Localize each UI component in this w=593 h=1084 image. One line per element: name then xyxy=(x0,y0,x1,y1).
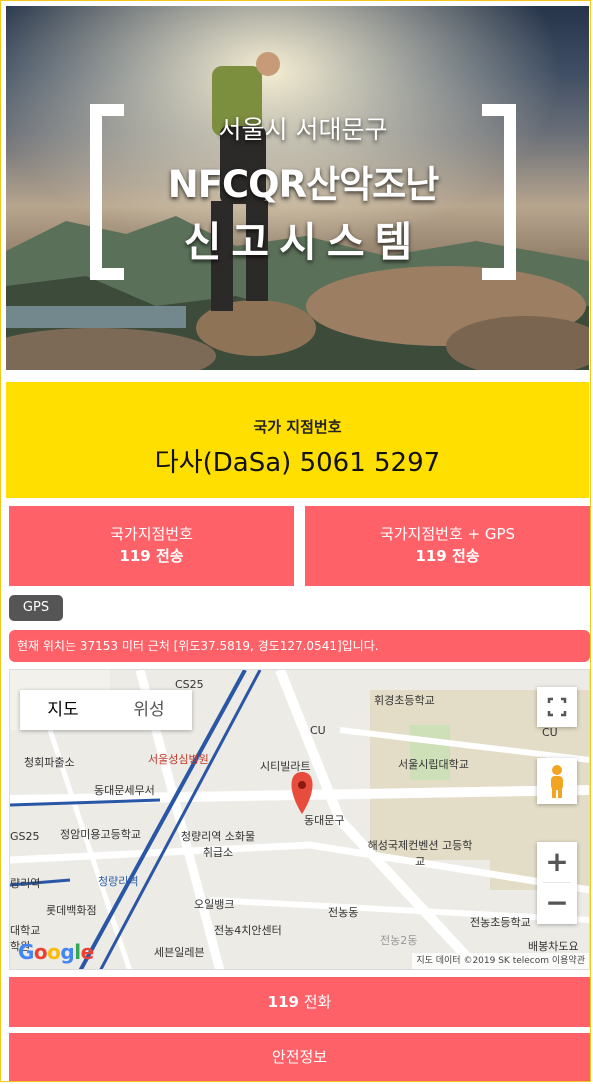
map-type-satellite-button[interactable]: 위성 xyxy=(106,690,192,730)
map-label-jeonnong4: 전농4치안센터 xyxy=(214,924,282,937)
map-label-seoulsungsim: 서울성심병원 xyxy=(148,753,209,766)
fullscreen-icon xyxy=(547,697,567,717)
send-point-sub: 119 전송 xyxy=(119,547,184,565)
send-point-gps-sub: 119 전송 xyxy=(415,547,480,565)
map-label-cu2: CU xyxy=(542,726,558,739)
map-label-cu1: CU xyxy=(310,724,326,737)
zoom-out-button[interactable]: − xyxy=(537,883,577,923)
call-119-label: 전화 xyxy=(298,993,332,1011)
map-label-cheongnyangni-sobang: 청량리역 소화물취급소 xyxy=(180,830,256,859)
map-label-dongdaemungu: 동대문구 xyxy=(304,814,345,827)
send-point-label: 국가지점번호 xyxy=(110,525,193,543)
banner-district: 서울시 서대문구 xyxy=(218,115,388,144)
google-logo[interactable]: Google xyxy=(18,940,94,964)
zoom-control: + − xyxy=(537,842,577,924)
map-label-obank: 오일뱅크 xyxy=(194,898,235,911)
map-label-cheongnyangni: 청량리역 xyxy=(98,875,139,888)
map-label-baebong: 배봉차도요 xyxy=(528,940,579,953)
point-label: 국가 지점번호 xyxy=(253,418,342,436)
bracket-right xyxy=(482,104,516,280)
banner-system-name: NFCQR산악조난 xyxy=(167,163,440,206)
map-label-citypark: 시티빌라트 xyxy=(260,760,311,773)
hero-banner: 서울시 서대문구 NFCQR산악조난 신고시스템 xyxy=(6,6,589,370)
map-type-map-button[interactable]: 지도 xyxy=(20,690,106,730)
map-label-jeongam: 정암미용고등학교 xyxy=(60,828,141,841)
map-label-gs25: GS25 xyxy=(10,830,40,843)
national-point-panel: 국가 지점번호 다사(DaSa) 5061 5297 xyxy=(6,382,589,498)
send-point-gps-label: 국가지점번호 + GPS xyxy=(379,525,516,543)
map-label-station: 량리역 xyxy=(10,877,41,890)
map-label-siripdae: 서울시립대학교 xyxy=(398,758,469,771)
point-value: 다사(DaSa) 5061 5297 xyxy=(154,448,441,478)
map-label-dongdaemun-tax: 동대문세무서 xyxy=(94,784,155,797)
call-119-button[interactable]: 119 전화 xyxy=(9,977,590,1027)
map-type-control: 지도 위성 xyxy=(20,690,192,730)
map-attribution[interactable]: 지도 데이터 ©2019 SK telecom 이용약관 xyxy=(412,953,589,969)
banner-system-type: 신고시스템 xyxy=(183,218,423,266)
map-label-haesung: 해성국제컨벤션 고등학교 xyxy=(367,839,473,868)
fullscreen-button[interactable] xyxy=(537,687,577,727)
send-point-button[interactable]: 국가지점번호 119 전송 xyxy=(9,506,294,586)
safety-info-button[interactable]: 안전정보 xyxy=(9,1033,590,1081)
map-label-jeonnong2: 전농2동 xyxy=(380,934,418,947)
street-view-button[interactable] xyxy=(537,758,577,804)
map-label-hwigyeong: 휘경초등학교 xyxy=(374,694,435,707)
bracket-left xyxy=(90,104,124,280)
location-status: 현재 위치는 37153 미터 근처 [위도37.5819, 경도127.054… xyxy=(9,630,590,662)
map-view[interactable]: CS25 휘경초등학교 CU CU 청회파출소 서울성심병원 시티빌라트 서울시… xyxy=(9,669,590,970)
map-label-sebang: 세븐일레븐 xyxy=(154,946,205,959)
send-point-gps-button[interactable]: 국가지점번호 + GPS 119 전송 xyxy=(305,506,590,586)
zoom-in-button[interactable]: + xyxy=(537,842,577,882)
map-label-lotte: 롯데백화점 xyxy=(46,904,97,917)
map-label-cheongho: 청회파출소 xyxy=(24,756,75,769)
gps-badge: GPS xyxy=(9,595,63,621)
pegman-icon xyxy=(551,765,563,798)
map-label-jeonnong: 전농동 xyxy=(328,906,359,919)
map-label-jeonnong-elem: 전농초등학교 xyxy=(470,916,531,929)
call-119-number: 119 xyxy=(267,993,299,1011)
